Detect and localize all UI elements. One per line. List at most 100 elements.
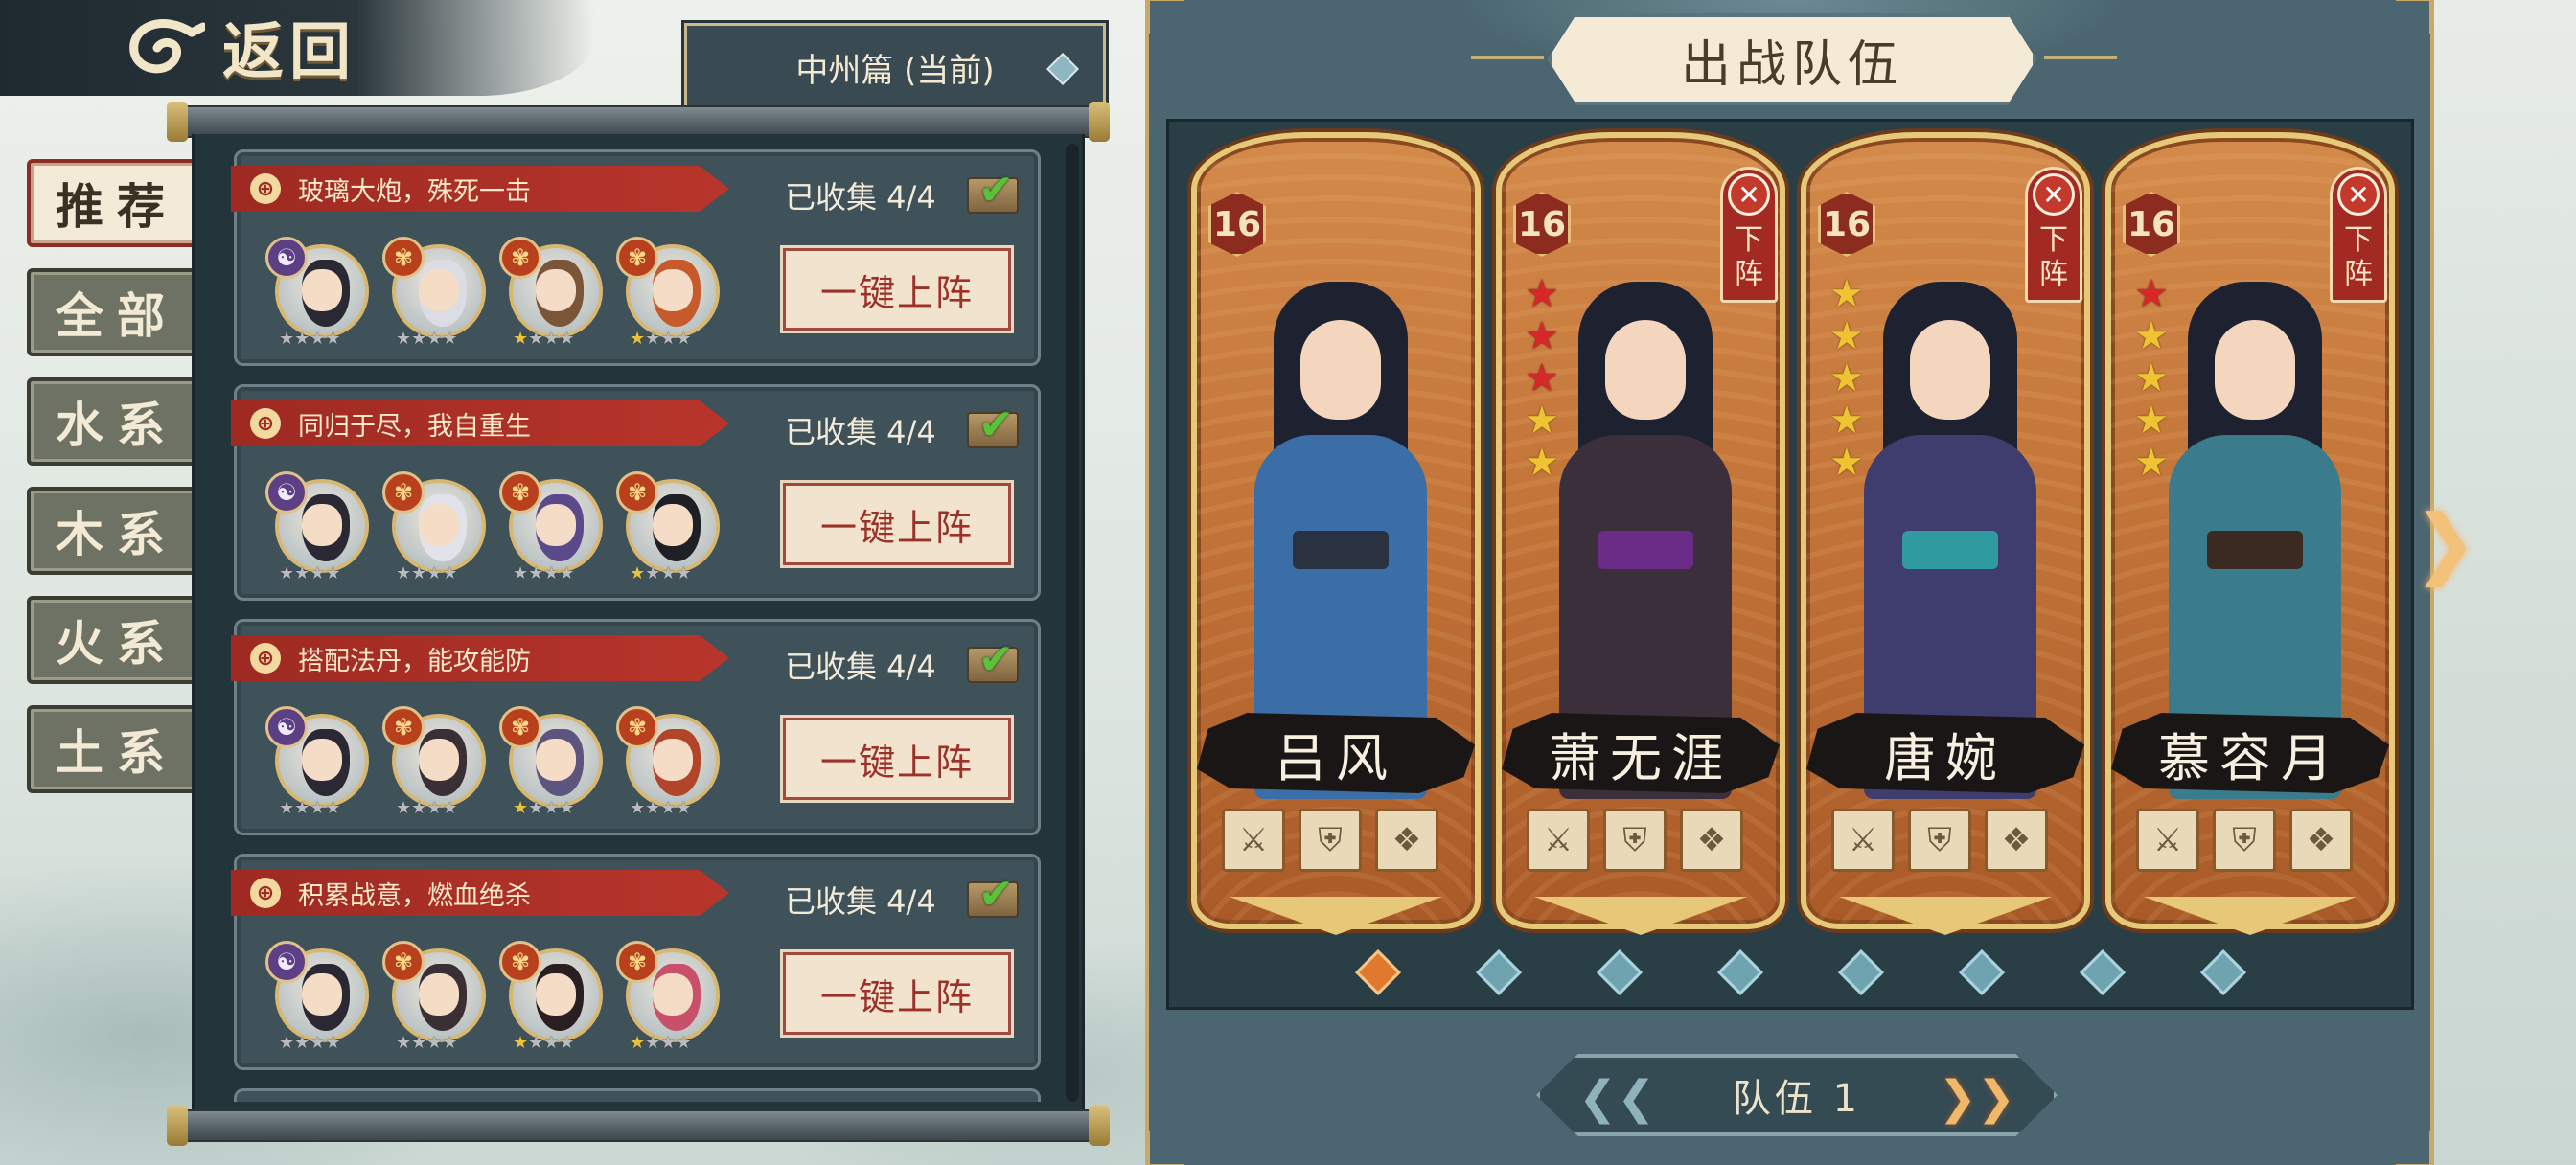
next-page-chevron-icon[interactable]: ❯ bbox=[2413, 498, 2477, 587]
hero-avatar[interactable]: ✾ ★ ★ ★ ★ bbox=[616, 941, 722, 1053]
hero-avatar[interactable]: ✾ ★ ★ ★ ★ bbox=[499, 706, 605, 818]
remove-hero-button[interactable]: ✕ 下阵 bbox=[1720, 167, 1778, 303]
accessory-icon[interactable]: ❖ bbox=[2289, 809, 2353, 872]
weapon-icon[interactable]: ⚔ bbox=[1222, 809, 1285, 872]
page-dot[interactable] bbox=[1716, 948, 1764, 996]
collected-count: 已收集 4/4 bbox=[785, 883, 936, 920]
tab-5[interactable]: 土系 bbox=[27, 705, 207, 793]
armor-icon[interactable]: ⛨ bbox=[1603, 809, 1667, 872]
remove-hero-button[interactable]: ✕ 下阵 bbox=[2330, 167, 2387, 303]
one-click-deploy-button[interactable]: 一键上阵 bbox=[780, 949, 1014, 1038]
hero-avatar[interactable]: ☯ ★ ★ ★ ★ bbox=[265, 471, 371, 583]
gold-star-icon: ★ bbox=[2134, 356, 2169, 400]
flame-icon: ✾ bbox=[616, 941, 658, 983]
page-dot[interactable] bbox=[1958, 948, 2006, 996]
weapon-icon[interactable]: ⚔ bbox=[1831, 809, 1895, 872]
lineup-heroes: ☯ ★ ★ ★ ★ ✾ ★ ★ ★ ★ ✾ ★ ★ ★ ★ ✾ ★ ★ ★ ★ bbox=[265, 941, 722, 1053]
equipment-row: ⚔ ⛨ ❖ bbox=[1222, 809, 1438, 872]
team-hero-slot[interactable]: 16 ★ ★ ★ ★ ★ ✕ 下阵 唐婉 ⚔ ⛨ ❖ bbox=[1801, 132, 2090, 935]
armor-icon[interactable]: ⛨ bbox=[1299, 809, 1362, 872]
star-icon: ★ bbox=[630, 563, 645, 583]
weapon-icon[interactable]: ⚔ bbox=[1527, 809, 1590, 872]
hero-avatar[interactable]: ☯ ★ ★ ★ ★ bbox=[265, 941, 371, 1053]
hero-avatar[interactable]: ✾ ★ ★ ★ ★ bbox=[499, 237, 605, 349]
page-dot[interactable] bbox=[2079, 948, 2127, 996]
team-hero-slot[interactable]: 16 吕风 ⚔ ⛨ ❖ bbox=[1191, 132, 1481, 935]
magnifier-icon[interactable]: ⊕ bbox=[250, 643, 281, 674]
page-dot[interactable] bbox=[1354, 948, 1402, 996]
accessory-icon[interactable]: ❖ bbox=[1985, 809, 2048, 872]
hero-stars: ★ ★ ★ ★ bbox=[396, 798, 458, 818]
star-icon: ★ bbox=[396, 1033, 411, 1053]
hero-name: 萧无涯 bbox=[1549, 727, 1733, 788]
hero-name: 慕容月 bbox=[2158, 727, 2342, 788]
remove-hero-button[interactable]: ✕ 下阵 bbox=[2025, 167, 2082, 303]
team-hero-slot[interactable]: 16 ★ ★ ★ ★ ★ ✕ 下阵 萧无涯 ⚔ ⛨ ❖ bbox=[1496, 132, 1785, 935]
hero-avatar[interactable]: ✾ ★ ★ ★ ★ bbox=[616, 471, 722, 583]
star-icon: ★ bbox=[325, 563, 340, 583]
tab-0[interactable]: 推荐 bbox=[27, 159, 207, 247]
gold-star-icon: ★ bbox=[1829, 441, 1864, 485]
magnifier-icon[interactable]: ⊕ bbox=[250, 878, 281, 908]
hero-avatar[interactable]: ☯ ★ ★ ★ ★ bbox=[265, 706, 371, 818]
hero-avatar[interactable]: ✾ ★ ★ ★ ★ bbox=[382, 237, 488, 349]
hero-avatar[interactable]: ✾ ★ ★ ★ ★ bbox=[499, 471, 605, 583]
hero-avatar[interactable]: ✾ ★ ★ ★ ★ bbox=[382, 706, 488, 818]
star-icon: ★ bbox=[310, 329, 325, 349]
hero-stars: ★ ★ ★ ★ ★ bbox=[1525, 274, 1559, 483]
star-icon: ★ bbox=[543, 1033, 559, 1053]
accessory-icon[interactable]: ❖ bbox=[1680, 809, 1743, 872]
star-icon: ★ bbox=[513, 329, 528, 349]
hero-face bbox=[419, 973, 459, 1016]
one-click-deploy-button[interactable]: 一键上阵 bbox=[780, 715, 1014, 803]
magnifier-icon[interactable]: ⊕ bbox=[250, 408, 281, 439]
hero-avatar[interactable]: ☯ ★ ★ ★ ★ bbox=[265, 237, 371, 349]
tab-2[interactable]: 水系 bbox=[27, 377, 207, 466]
armor-icon[interactable]: ⛨ bbox=[2213, 809, 2276, 872]
yinyang-icon: ☯ bbox=[265, 706, 308, 748]
star-icon: ★ bbox=[676, 563, 691, 583]
tab-3[interactable]: 木系 bbox=[27, 487, 207, 575]
scrollbar[interactable] bbox=[1066, 144, 1079, 1102]
tab-4[interactable]: 火系 bbox=[27, 596, 207, 684]
back-button[interactable]: 返回 bbox=[125, 6, 374, 88]
star-icon: ★ bbox=[294, 329, 310, 349]
armor-icon[interactable]: ⛨ bbox=[1908, 809, 1971, 872]
hero-avatar[interactable]: ✾ ★ ★ ★ ★ bbox=[499, 941, 605, 1053]
hero-avatar[interactable]: ✾ ★ ★ ★ ★ bbox=[616, 706, 722, 818]
accessory-icon[interactable]: ❖ bbox=[1375, 809, 1438, 872]
flame-icon: ✾ bbox=[382, 941, 425, 983]
next-lineup-card-peek bbox=[234, 1088, 1041, 1102]
red-star-icon: ★ bbox=[1525, 356, 1559, 400]
next-team-chevron-icon[interactable]: ❯❯ bbox=[1939, 1075, 2015, 1121]
page-dot[interactable] bbox=[2199, 948, 2247, 996]
tab-1[interactable]: 全部 bbox=[27, 268, 207, 356]
hero-portrait bbox=[2159, 243, 2351, 799]
lineup-tag-banner: ⊕ 搭配法丹，能攻能防 bbox=[231, 635, 729, 681]
hero-avatar[interactable]: ✾ ★ ★ ★ ★ bbox=[382, 471, 488, 583]
star-icon: ★ bbox=[559, 798, 574, 818]
hero-face bbox=[302, 504, 342, 546]
title-ornament-line bbox=[2044, 56, 2117, 59]
gold-star-icon: ★ bbox=[1829, 314, 1864, 358]
magnifier-icon[interactable]: ⊕ bbox=[250, 173, 281, 204]
page-dot[interactable] bbox=[1596, 948, 1644, 996]
chapter-selector[interactable]: 中州篇 (当前) bbox=[681, 20, 1109, 114]
page-dot[interactable] bbox=[1475, 948, 1523, 996]
one-click-deploy-button[interactable]: 一键上阵 bbox=[780, 480, 1014, 568]
flame-icon: ✾ bbox=[616, 237, 658, 279]
hero-avatar[interactable]: ✾ ★ ★ ★ ★ bbox=[382, 941, 488, 1053]
weapon-icon[interactable]: ⚔ bbox=[2136, 809, 2199, 872]
star-icon: ★ bbox=[543, 563, 559, 583]
hero-face bbox=[302, 739, 342, 781]
gold-star-icon: ★ bbox=[1525, 399, 1559, 443]
lineup-tag: 玻璃大炮，殊死一击 bbox=[298, 176, 531, 207]
star-icon: ★ bbox=[426, 563, 442, 583]
prev-team-chevron-icon[interactable]: ❮❮ bbox=[1578, 1075, 1655, 1121]
star-icon: ★ bbox=[528, 1033, 543, 1053]
hero-avatar[interactable]: ✾ ★ ★ ★ ★ bbox=[616, 237, 722, 349]
team-hero-slot[interactable]: 16 ★ ★ ★ ★ ★ ✕ 下阵 慕容月 ⚔ ⛨ ❖ bbox=[2105, 132, 2395, 935]
lineup-card: ⊕ 同归于尽，我自重生 已收集 4/4 ✔ ☯ ★ ★ ★ ★ ✾ ★ ★ ★ ★ ✾ ★ ★ ★ ★ ✾ ★ ★ ★ ★ 一键… bbox=[231, 384, 1041, 601]
one-click-deploy-button[interactable]: 一键上阵 bbox=[780, 245, 1014, 333]
page-dot[interactable] bbox=[1837, 948, 1885, 996]
